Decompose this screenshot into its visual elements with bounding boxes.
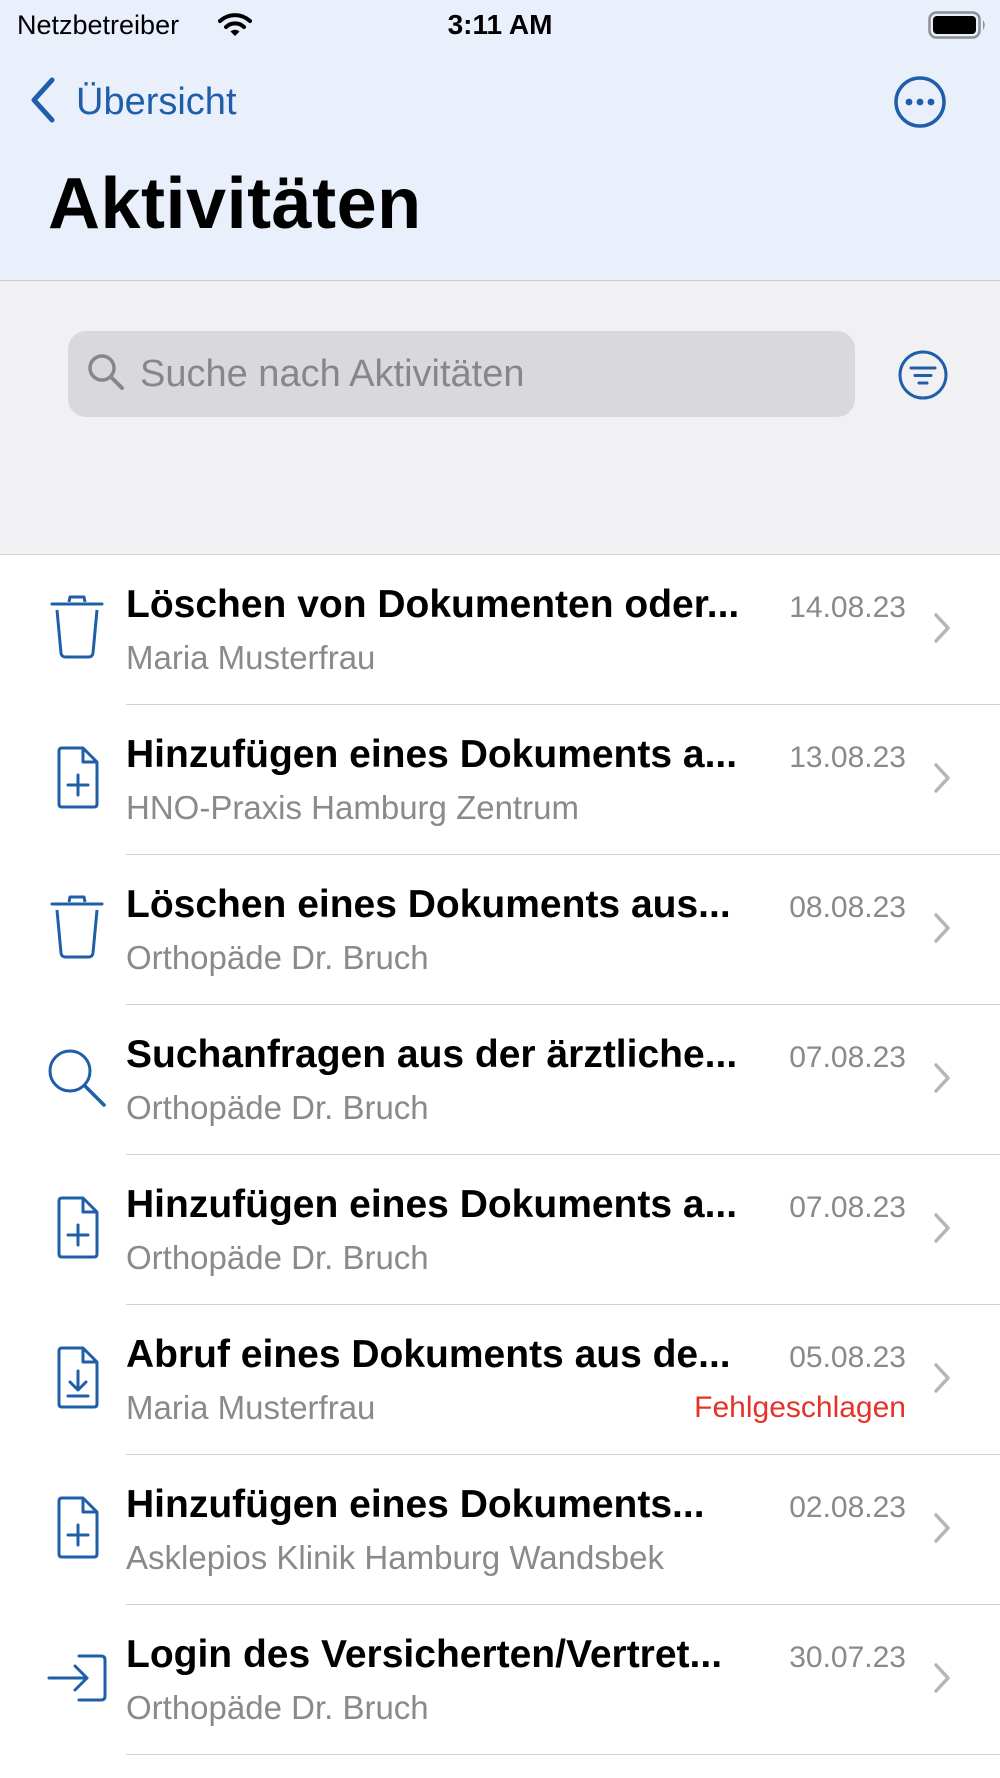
row-separator xyxy=(126,1754,1000,1755)
document-download-icon xyxy=(47,1343,107,1418)
chevron-right-icon xyxy=(932,1211,952,1250)
chevron-left-icon xyxy=(30,77,56,128)
activity-subtitle: Maria Musterfrau xyxy=(126,639,376,676)
activity-subtitle: Orthopäde Dr. Bruch xyxy=(126,939,429,976)
document-add-icon xyxy=(47,743,107,818)
activity-row-3[interactable]: Löschen eines Dokuments aus... 08.08.23 … xyxy=(0,855,1000,1005)
activity-list: Löschen von Dokumenten oder... 14.08.23 … xyxy=(0,555,1000,1755)
filter-button[interactable] xyxy=(897,349,949,406)
chevron-right-icon xyxy=(932,611,952,650)
activity-date: 14.08.23 xyxy=(789,591,906,624)
activity-subtitle: Maria Musterfrau xyxy=(126,1389,376,1426)
chevron-right-icon xyxy=(932,761,952,800)
status-bar: Netzbetreiber 3:11 AM xyxy=(0,0,1000,50)
activity-subtitle: Orthopäde Dr. Bruch xyxy=(126,1689,429,1726)
search-input[interactable] xyxy=(140,352,800,396)
activity-date: 07.08.23 xyxy=(789,1041,906,1074)
search-icon xyxy=(47,1043,111,1118)
activity-title: Löschen von Dokumenten oder... xyxy=(126,583,740,626)
chevron-right-icon xyxy=(932,1661,952,1700)
chevron-right-icon xyxy=(932,1511,952,1550)
activity-status: Fehlgeschlagen xyxy=(694,1391,906,1424)
activity-date: 13.08.23 xyxy=(789,741,906,774)
battery-icon xyxy=(928,11,988,44)
activity-date: 05.08.23 xyxy=(789,1341,906,1374)
activity-date: 07.08.23 xyxy=(789,1191,906,1224)
chevron-right-icon xyxy=(932,1061,952,1100)
navigation-header: Netzbetreiber 3:11 AM Übersicht Aktivitä… xyxy=(0,0,1000,281)
activity-row-8[interactable]: Login des Versicherten/Vertret... 30.07.… xyxy=(0,1605,1000,1755)
back-button[interactable]: Übersicht xyxy=(30,74,237,130)
activity-title: Hinzufügen eines Dokuments a... xyxy=(126,733,738,776)
activity-row-4[interactable]: Suchanfragen aus der ärztliche... 07.08.… xyxy=(0,1005,1000,1155)
clock: 3:11 AM xyxy=(447,9,553,40)
activity-row-6[interactable]: Abruf eines Dokuments aus de... 05.08.23… xyxy=(0,1305,1000,1455)
activity-title: Hinzufügen eines Dokuments... xyxy=(126,1483,705,1526)
trash-icon xyxy=(47,893,107,968)
back-button-label: Übersicht xyxy=(76,80,237,123)
activity-row-7[interactable]: Hinzufügen eines Dokuments... 02.08.23 A… xyxy=(0,1455,1000,1605)
activity-row-1[interactable]: Löschen von Dokumenten oder... 14.08.23 … xyxy=(0,555,1000,705)
login-icon xyxy=(47,1643,111,1718)
activity-title: Hinzufügen eines Dokuments a... xyxy=(126,1183,738,1226)
ellipsis-circle-icon xyxy=(894,76,946,128)
activity-date: 30.07.23 xyxy=(789,1641,906,1674)
activity-subtitle: Orthopäde Dr. Bruch xyxy=(126,1089,429,1126)
search-section xyxy=(0,281,1000,555)
activity-title: Abruf eines Dokuments aus de... xyxy=(126,1333,731,1376)
activity-subtitle: Asklepios Klinik Hamburg Wandsbek xyxy=(126,1539,665,1576)
document-add-icon xyxy=(47,1493,107,1568)
more-options-button[interactable] xyxy=(892,74,948,135)
trash-icon xyxy=(47,593,107,668)
activity-title: Suchanfragen aus der ärztliche... xyxy=(126,1033,738,1076)
activity-date: 08.08.23 xyxy=(789,891,906,924)
activity-subtitle: HNO-Praxis Hamburg Zentrum xyxy=(126,789,579,826)
filter-icon xyxy=(898,350,948,400)
activity-title: Login des Versicherten/Vertret... xyxy=(126,1633,723,1676)
activity-date: 02.08.23 xyxy=(789,1491,906,1524)
document-add-icon xyxy=(47,1193,107,1268)
search-icon xyxy=(86,352,126,397)
chevron-right-icon xyxy=(932,1361,952,1400)
activity-subtitle: Orthopäde Dr. Bruch xyxy=(126,1239,429,1276)
activity-title: Löschen eines Dokuments aus... xyxy=(126,883,731,926)
page-title: Aktivitäten xyxy=(48,164,422,244)
activity-row-5[interactable]: Hinzufügen eines Dokuments a... 07.08.23… xyxy=(0,1155,1000,1305)
chevron-right-icon xyxy=(932,911,952,950)
search-field[interactable] xyxy=(68,331,855,417)
activity-row-2[interactable]: Hinzufügen eines Dokuments a... 13.08.23… xyxy=(0,705,1000,855)
